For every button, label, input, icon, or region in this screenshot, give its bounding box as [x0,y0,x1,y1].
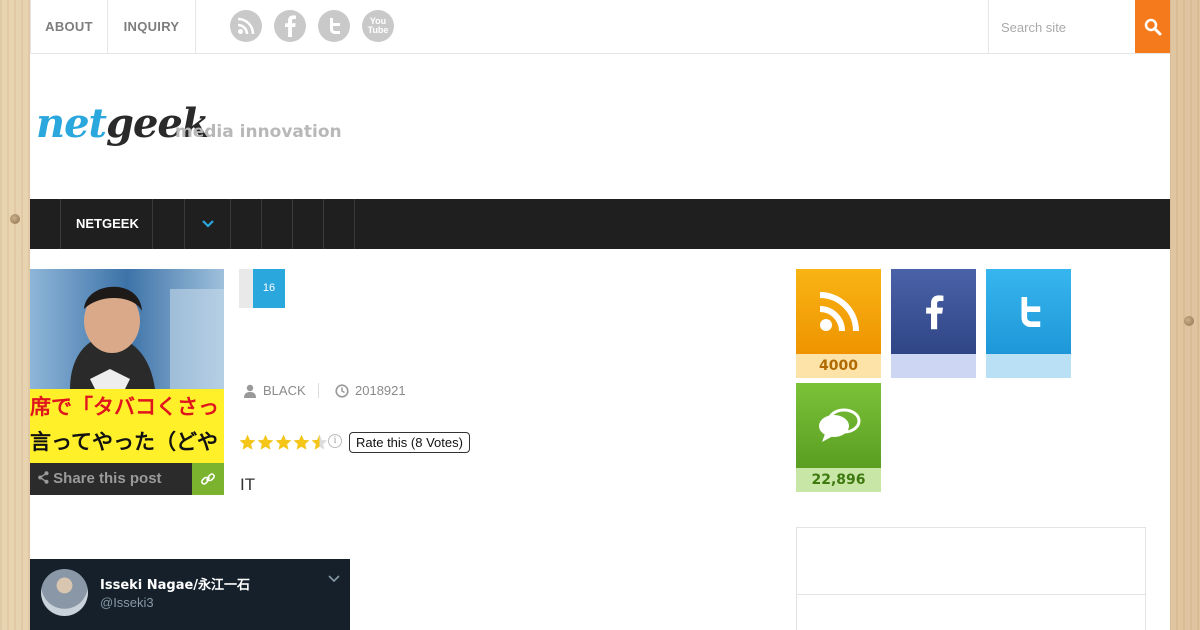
nav-item-dropdown[interactable] [184,199,230,249]
rss-counter-box [796,269,881,354]
avatar[interactable] [41,569,88,616]
top-link-about[interactable]: ABOUT [30,0,108,54]
nav-item-label: NETGEEK [76,216,139,231]
comments-counter-box [796,383,881,468]
comments-icon [818,408,860,442]
tweet-author-name[interactable]: Isseki Nagae/永江一石 [100,574,250,593]
share-label-text: Share this post [53,470,162,487]
rating-star-icon[interactable] [257,434,274,451]
rss-counter[interactable]: 4000 [796,269,881,378]
post-thumbnail[interactable]: 席で「タバコくさっ 言ってやった（どや [30,269,224,463]
info-icon[interactable]: i [328,434,342,448]
rss-icon[interactable] [230,10,262,42]
search-input[interactable] [988,0,1135,54]
facebook-icon[interactable] [274,10,306,42]
main-nav: NETGEEK [30,199,1170,249]
facebook-count [891,354,976,378]
rss-icon [819,291,859,331]
tweet-author-handle[interactable]: @Isseki3 [100,595,154,610]
meta-divider [318,383,319,398]
rating-star-icon[interactable] [293,434,310,451]
facebook-counter[interactable] [891,269,976,378]
wood-nail [1184,316,1194,326]
sidebar-widget-box [796,527,1146,630]
share-label: Share this post [38,463,162,495]
twitter-icon [1021,296,1040,327]
twitter-counter[interactable] [986,269,1071,378]
post-excerpt: IT [240,475,256,494]
nav-item-2[interactable] [152,199,184,249]
facebook-counter-box [891,269,976,354]
chevron-down-icon[interactable] [328,575,340,583]
twitter-icon[interactable] [318,10,350,42]
post-date: 2018921 [335,383,406,399]
twitter-embed[interactable]: Isseki Nagae/永江一石 @Isseki3 [30,559,350,630]
post-author-name: BLACK [263,383,306,398]
user-icon [244,384,256,398]
search-icon [1144,18,1161,35]
rating-star-icon[interactable] [239,434,256,451]
nav-item-5[interactable] [261,199,292,249]
date-badge-day: 16 [253,269,285,308]
nav-item-home[interactable]: NETGEEK [60,199,152,249]
post-author[interactable]: BLACK [243,383,306,399]
link-icon [201,473,215,485]
twitter-counter-box [986,269,1071,354]
rating-star-icon[interactable] [311,434,328,451]
nav-item-6[interactable] [292,199,323,249]
thumbnail-caption-line2: 言ってやった（どや [30,430,218,454]
rss-count: 4000 [796,354,881,378]
twitter-count [986,354,1071,378]
top-link-inquiry[interactable]: INQUIRY [108,0,196,54]
clock-icon [335,384,349,398]
page: ABOUT INQUIRY You Tube netgeek media inn… [30,0,1170,630]
comments-count: 22,896 [796,468,881,492]
comments-counter[interactable]: 22,896 [796,383,881,492]
facebook-icon [925,294,943,329]
youtube-icon[interactable]: You Tube [362,10,394,42]
share-icon [38,471,49,484]
rating-tooltip: Rate this (8 Votes) [349,432,470,453]
wood-nail [10,214,20,224]
date-badge-month [239,269,253,308]
top-bar: ABOUT INQUIRY You Tube [30,0,1170,54]
chevron-down-icon [202,220,214,228]
rating-stars[interactable] [239,434,328,451]
nav-item-7[interactable] [323,199,355,249]
logo-net: net [36,100,107,147]
copy-link-button[interactable] [192,463,224,495]
rating-star-icon[interactable] [275,434,292,451]
youtube-icon-text: You Tube [367,16,389,35]
thumbnail-caption-line1: 席で「タバコくさっ [30,395,219,419]
site-tagline: media innovation [175,122,342,142]
nav-item-4[interactable] [230,199,261,249]
post-date-text: 2018921 [355,383,406,398]
search-button[interactable] [1135,0,1170,53]
divider [797,594,1145,595]
